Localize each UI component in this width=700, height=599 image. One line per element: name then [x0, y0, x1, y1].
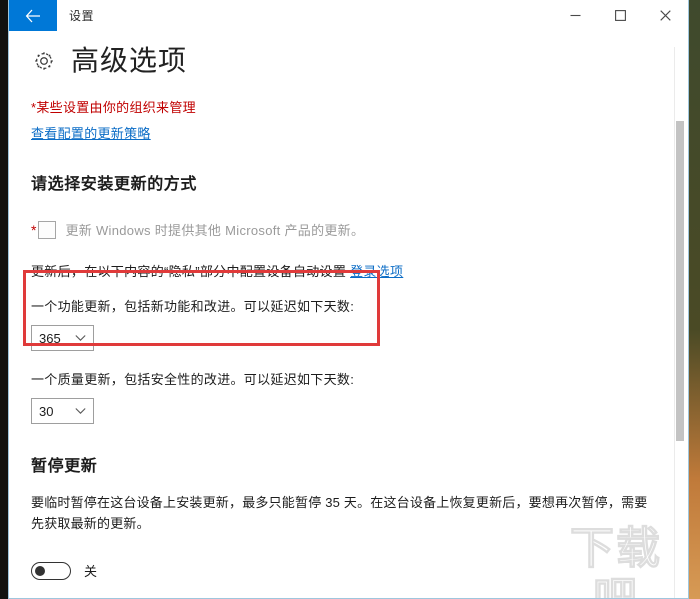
feature-update-defer-block: 一个功能更新，包括新功能和改进。可以延迟如下天数: 365 — [31, 296, 652, 351]
pause-section-heading: 暂停更新 — [31, 458, 98, 475]
close-button[interactable] — [643, 0, 688, 31]
quality-update-defer-dropdown[interactable]: 30 — [31, 398, 94, 424]
quality-update-label: 一个质量更新，包括安全性的改进。可以延迟如下天数: — [31, 372, 355, 387]
title-bar: 设置 — [9, 0, 688, 31]
desktop-left-edge — [0, 0, 8, 599]
pause-toggle-row[interactable]: 关 — [31, 561, 652, 580]
vertical-scrollbar[interactable] — [674, 47, 687, 598]
page-header: 高级选项 — [31, 47, 652, 75]
settings-content: 高级选项 *某些设置由你的组织来管理 查看配置的更新策略 请选择安装更新的方式 … — [9, 47, 688, 598]
ms-products-checkbox-row[interactable]: * 更新 Windows 时提供其他 Microsoft 产品的更新。 — [31, 220, 652, 239]
maximize-icon — [615, 10, 626, 21]
ms-products-checkbox[interactable] — [38, 220, 57, 239]
organization-note: *某些设置由你的组织来管理 — [31, 100, 196, 115]
feature-update-label: 一个功能更新，包括新功能和改进。可以延迟如下天数: — [31, 299, 355, 314]
scrollbar-thumb[interactable] — [676, 121, 684, 441]
window-title: 设置 — [69, 9, 95, 23]
sign-in-options-link[interactable]: 登录选项 — [350, 264, 403, 279]
feature-update-defer-dropdown[interactable]: 365 — [31, 325, 94, 351]
desktop-right-edge — [688, 0, 700, 599]
pause-toggle-label: 关 — [84, 564, 98, 579]
view-update-policy-link[interactable]: 查看配置的更新策略 — [31, 123, 151, 142]
minimize-button[interactable] — [553, 0, 598, 31]
pause-section-description: 要临时暂停在这台设备上安装更新，最多只能暂停 35 天。在这台设备上恢复更新后，… — [31, 495, 648, 531]
quality-update-defer-block: 一个质量更新，包括安全性的改进。可以延迟如下天数: 30 — [31, 369, 652, 424]
back-arrow-icon — [25, 9, 41, 23]
toggle-knob — [35, 565, 45, 576]
install-section-heading: 请选择安装更新的方式 — [31, 176, 198, 193]
chevron-down-icon — [75, 334, 86, 342]
privacy-settings-text: 更新后，在以下内容的“隐私”部分中配置设备自动设置 — [31, 264, 351, 279]
quality-update-defer-value: 30 — [39, 403, 54, 419]
page-title: 高级选项 — [71, 45, 188, 76]
minimize-icon — [570, 10, 581, 21]
close-icon — [660, 10, 671, 21]
chevron-down-icon — [75, 407, 86, 415]
ms-products-checkbox-label: 更新 Windows 时提供其他 Microsoft 产品的更新。 — [65, 223, 365, 238]
gear-icon — [31, 48, 57, 74]
privacy-settings-line: 更新后，在以下内容的“隐私”部分中配置设备自动设置 登录选项 — [31, 261, 652, 280]
maximize-button[interactable] — [598, 0, 643, 31]
feature-update-defer-value: 365 — [39, 330, 61, 346]
asterisk-marker: * — [31, 222, 37, 238]
pause-updates-toggle[interactable] — [31, 561, 71, 580]
back-button[interactable] — [9, 0, 57, 31]
window-controls — [553, 0, 688, 31]
settings-window: 设置 高级选项 *某些设置由你的组织来管理 查看配置的更新策略 请选择安装更新的… — [8, 0, 689, 599]
